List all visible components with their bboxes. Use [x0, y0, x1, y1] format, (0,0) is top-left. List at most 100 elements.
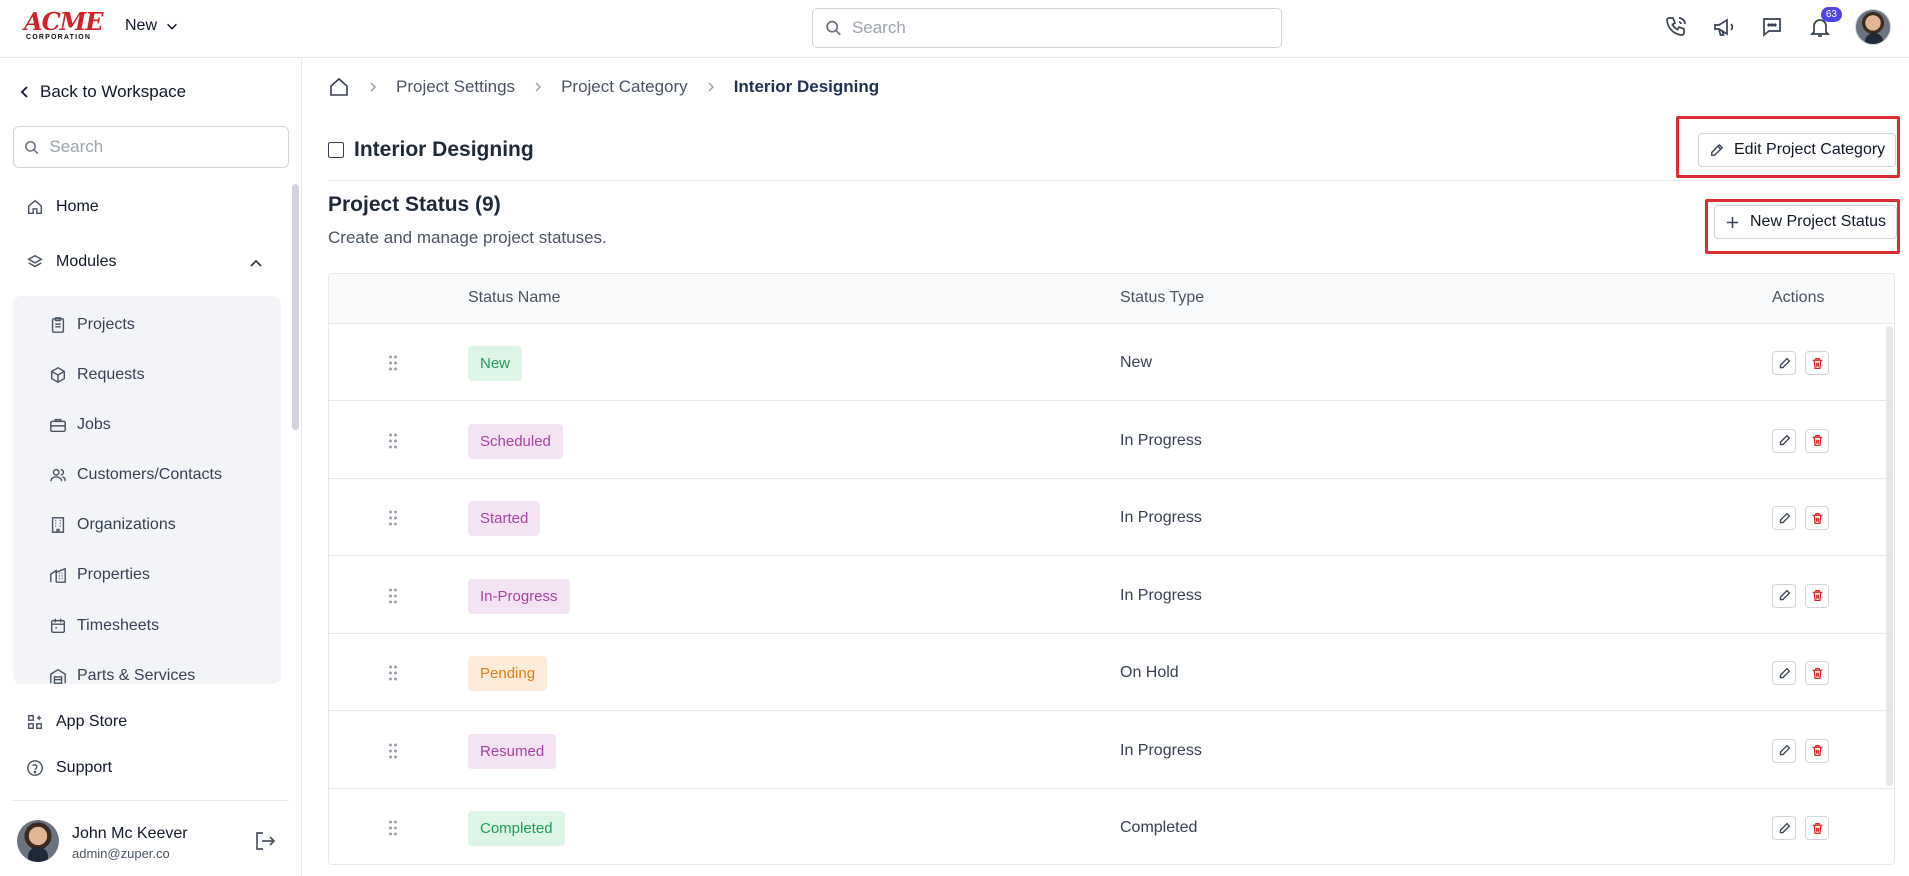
status-type: In Progress: [1120, 586, 1202, 604]
sidebar-item-properties[interactable]: Properties: [49, 566, 150, 584]
edit-status-icon[interactable]: [1772, 428, 1796, 453]
new-button-label: New Project Status: [1750, 213, 1887, 230]
calendar-icon: [50, 618, 66, 634]
sidebar-search-input[interactable]: [49, 137, 288, 157]
edit-status-icon[interactable]: [1772, 816, 1796, 840]
sidebar-item-requests[interactable]: Requests: [49, 366, 145, 384]
sidebar-item-label: Customers/Contacts: [77, 466, 222, 483]
pencil-icon: [1711, 143, 1724, 156]
warehouse-icon: [50, 668, 66, 684]
logout-icon[interactable]: [253, 830, 277, 852]
title-row: Interior Designing: [328, 138, 534, 162]
delete-status-icon[interactable]: [1805, 506, 1829, 530]
drag-handle-icon[interactable]: [388, 510, 398, 526]
status-type: New: [1120, 354, 1153, 371]
sidebar-item-projects[interactable]: Projects: [49, 316, 135, 334]
category-checkbox[interactable]: [328, 142, 344, 158]
sidebar-item-organizations[interactable]: Organizations: [49, 516, 176, 534]
sidebar-item-parts-services[interactable]: Parts & Services: [49, 667, 195, 684]
global-search-input[interactable]: [851, 18, 1281, 38]
status-table: Status Name Status Type Actions New New Sc…: [328, 273, 1895, 865]
home-icon: [27, 199, 43, 215]
search-icon: [826, 20, 841, 36]
building-icon: [51, 517, 65, 533]
status-badge: Scheduled: [468, 423, 563, 459]
user-name: John Mc Keever: [72, 825, 188, 842]
property-icon: [50, 567, 66, 583]
edit-status-icon[interactable]: [1772, 351, 1796, 375]
chevron-right-icon: [708, 82, 714, 92]
sidebar-item-jobs[interactable]: Jobs: [49, 416, 111, 434]
status-type: On Hold: [1120, 664, 1179, 681]
edit-status-icon[interactable]: [1772, 506, 1796, 530]
section-title: Project Status (9): [328, 193, 501, 216]
table-scrollbar[interactable]: [1886, 326, 1893, 786]
edit-button-label: Edit Project Category: [1734, 141, 1886, 158]
bell-icon[interactable]: 63: [1807, 7, 1842, 40]
sidebar-search[interactable]: [13, 126, 289, 168]
sidebar-scrollbar[interactable]: [292, 184, 299, 430]
sidebar-item-app-store[interactable]: App Store: [26, 713, 127, 731]
breadcrumb: Project Settings Project Category Interi…: [328, 76, 879, 98]
sidebar-item-support[interactable]: Support: [26, 759, 112, 777]
edit-status-icon[interactable]: [1772, 583, 1796, 608]
edit-status-icon[interactable]: [1772, 738, 1796, 763]
status-badge: New: [468, 346, 523, 381]
delete-status-icon[interactable]: [1805, 583, 1829, 608]
delete-status-icon[interactable]: [1805, 351, 1829, 375]
sidebar-item-label: Organizations: [77, 516, 176, 533]
status-type: In Progress: [1120, 431, 1202, 449]
chevron-up-icon[interactable]: [248, 256, 264, 272]
delete-status-icon[interactable]: [1805, 816, 1829, 840]
status-badge: Resumed: [468, 733, 557, 769]
drag-handle-icon[interactable]: [388, 743, 398, 759]
sidebar-item-label: Requests: [77, 366, 145, 383]
sidebar-item-label: Properties: [77, 566, 150, 583]
user-email: admin@zuper.co: [72, 846, 170, 861]
sidebar-item-label: Projects: [77, 316, 135, 333]
edit-status-icon[interactable]: [1772, 661, 1796, 685]
profile-avatar[interactable]: [1855, 9, 1891, 45]
drag-handle-icon[interactable]: [388, 433, 398, 449]
status-badge: Started: [468, 501, 541, 536]
delete-status-icon[interactable]: [1805, 738, 1829, 763]
column-status-name: Status Name: [468, 289, 561, 306]
breadcrumb-project-category[interactable]: Project Category: [561, 77, 688, 97]
drag-handle-icon[interactable]: [388, 820, 398, 836]
drag-handle-icon[interactable]: [388, 355, 398, 371]
sidebar-item-label: Modules: [56, 253, 117, 270]
user-avatar[interactable]: [17, 820, 59, 862]
edit-project-category-button[interactable]: Edit Project Category: [1698, 133, 1897, 167]
workspace-select[interactable]: New: [125, 17, 179, 35]
box-icon: [50, 366, 66, 384]
megaphone-icon[interactable]: [1711, 14, 1737, 40]
status-type: In Progress: [1120, 509, 1202, 526]
home-icon[interactable]: [328, 76, 350, 98]
chat-icon[interactable]: [1759, 14, 1785, 40]
top-actions: 63: [1663, 7, 1891, 45]
sidebar-item-home[interactable]: Home: [26, 198, 99, 216]
section-subtitle: Create and manage project statuses.: [328, 228, 607, 247]
table-row: Scheduled In Progress: [329, 401, 1894, 479]
header-divider: [328, 180, 1895, 181]
back-to-workspace-link[interactable]: Back to Workspace: [18, 82, 186, 102]
acme-logo[interactable]: ACME CORPORATION: [24, 10, 104, 44]
delete-status-icon[interactable]: [1805, 428, 1829, 453]
chevron-right-icon: [535, 82, 542, 92]
drag-handle-icon[interactable]: [388, 588, 398, 604]
column-actions: Actions: [1772, 289, 1825, 306]
delete-status-icon[interactable]: [1805, 661, 1829, 685]
sidebar-item-customers[interactable]: Customers/Contacts: [49, 466, 222, 484]
sidebar-item-label: Home: [56, 198, 99, 215]
sidebar-item-modules[interactable]: Modules: [26, 253, 116, 271]
table-row: Started In Progress: [329, 479, 1894, 556]
drag-handle-icon[interactable]: [388, 665, 398, 681]
sidebar-item-label: Timesheets: [77, 617, 160, 634]
breadcrumb-project-settings[interactable]: Project Settings: [396, 77, 515, 97]
new-project-status-button[interactable]: New Project Status: [1714, 205, 1898, 239]
plus-icon: [1726, 216, 1739, 228]
sidebar-item-timesheets[interactable]: Timesheets: [49, 617, 159, 635]
phone-icon[interactable]: [1663, 14, 1689, 40]
global-search[interactable]: [812, 8, 1282, 48]
notification-badge: 63: [1820, 7, 1842, 22]
